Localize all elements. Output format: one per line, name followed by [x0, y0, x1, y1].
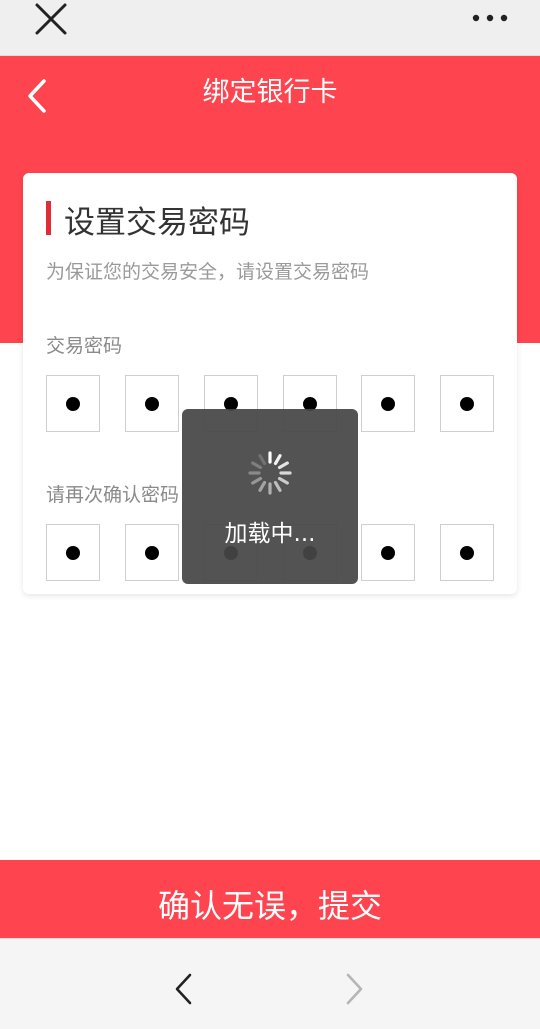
pin-dot — [66, 545, 80, 560]
confirm-password-label: 请再次确认密码 — [46, 484, 180, 506]
pin-box[interactable] — [440, 524, 494, 581]
pin-dot — [145, 396, 159, 411]
loading-text: 加载中... — [224, 521, 316, 547]
pin-box[interactable] — [125, 524, 179, 581]
browser-bottom-nav — [0, 938, 540, 1029]
more-horizontal-icon[interactable] — [470, 8, 510, 28]
spinner-icon — [248, 451, 292, 495]
pin-dot — [66, 396, 80, 411]
pin-dot — [381, 545, 395, 560]
card-subtitle: 为保证您的交易安全，请设置交易密码 — [46, 261, 370, 283]
loading-toast: 加载中... — [182, 409, 358, 584]
pin-box[interactable] — [440, 375, 494, 432]
pin-dot — [381, 396, 395, 411]
submit-button[interactable]: 确认无误，提交 — [0, 860, 540, 938]
pin-box[interactable] — [361, 375, 415, 432]
pin-dot — [460, 545, 474, 560]
pin-dot — [460, 396, 474, 411]
nav-back-chevron-left-icon[interactable] — [168, 969, 198, 1009]
close-icon[interactable] — [32, 2, 70, 36]
pin-dot — [145, 545, 159, 560]
pin-box[interactable] — [46, 524, 100, 581]
page-title: 绑定银行卡 — [202, 77, 338, 108]
webview-top-bar — [0, 0, 540, 56]
pin-box[interactable] — [46, 375, 100, 432]
password-label: 交易密码 — [46, 335, 123, 357]
heading-accent-bar — [46, 201, 51, 235]
nav-forward-chevron-right-icon[interactable] — [340, 969, 370, 1009]
card-heading: 设置交易密码 — [64, 205, 250, 241]
pin-box[interactable] — [125, 375, 179, 432]
pin-box[interactable] — [361, 524, 415, 581]
